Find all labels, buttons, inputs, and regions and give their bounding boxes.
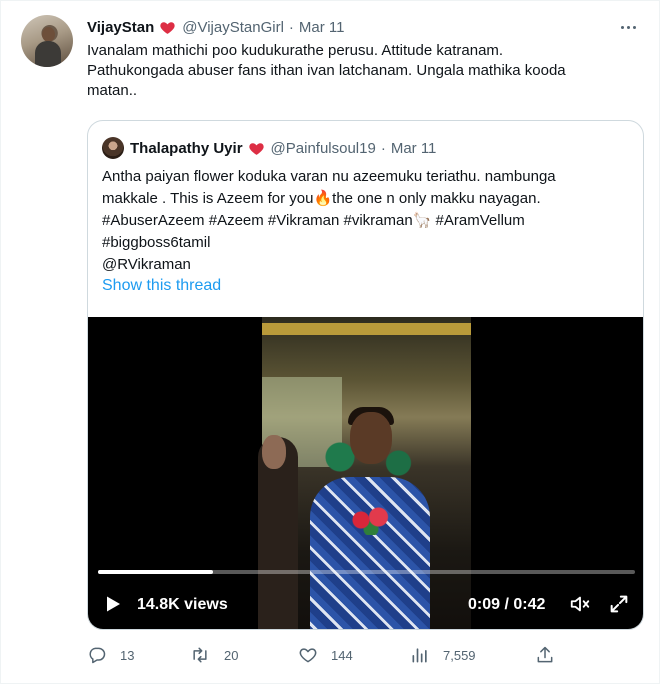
share-button[interactable] bbox=[535, 644, 568, 666]
quoted-text-line: #biggboss6tamil bbox=[102, 234, 211, 251]
tweet-date[interactable]: Mar 11 bbox=[299, 19, 345, 36]
author-name[interactable]: VijayStan bbox=[87, 19, 154, 36]
tweet[interactable]: VijayStan @VijayStanGirl · Mar 11 Ivanal… bbox=[0, 0, 660, 684]
quoted-text-line: #AbuserAzeem #Azeem #Vikraman #vikraman🦙… bbox=[102, 212, 525, 229]
avatar-body bbox=[35, 41, 61, 67]
video-time: 0:09 / 0:42 bbox=[468, 596, 546, 613]
tweet-actions: 13 20 144 7,559 bbox=[87, 644, 557, 666]
video-progress-fill bbox=[98, 570, 213, 574]
retweet-icon bbox=[193, 647, 207, 663]
heart-emoji-icon bbox=[160, 21, 175, 34]
reply-button[interactable]: 13 bbox=[87, 644, 134, 666]
video-progress-bar[interactable] bbox=[98, 570, 635, 574]
quoted-author-handle: @Painfulsoul19 bbox=[270, 139, 376, 157]
more-icon[interactable] bbox=[617, 17, 639, 37]
like-button[interactable]: 144 bbox=[298, 644, 353, 666]
reply-icon bbox=[89, 647, 106, 664]
quoted-author-avatar bbox=[102, 137, 124, 159]
video-frame-face bbox=[350, 412, 392, 464]
quoted-text-line: @RVikraman bbox=[102, 256, 191, 273]
tweet-text-line: matan.. bbox=[87, 82, 138, 99]
video-controls: 14.8K views 0:09 / 0:42 bbox=[88, 587, 643, 621]
like-icon bbox=[299, 648, 317, 663]
separator-dot: · bbox=[288, 18, 294, 36]
fullscreen-icon[interactable] bbox=[608, 593, 630, 615]
quoted-text-line: makkale . This is Azeem for you🔥the one … bbox=[102, 190, 541, 207]
video-views: 14.8K views bbox=[137, 596, 228, 613]
quoted-author-name: Thalapathy Uyir bbox=[130, 139, 243, 157]
video-frame-bystander-face bbox=[262, 435, 286, 469]
avatar-head bbox=[42, 27, 55, 42]
quoted-tweet-text: Antha paiyan flower koduka varan nu azee… bbox=[102, 166, 632, 276]
retweet-button[interactable]: 20 bbox=[189, 644, 238, 666]
show-thread-link[interactable]: Show this thread bbox=[102, 277, 221, 295]
heart-emoji-icon bbox=[248, 142, 264, 155]
like-count: 144 bbox=[331, 647, 353, 663]
share-icon bbox=[537, 646, 553, 663]
reply-count: 13 bbox=[120, 647, 135, 663]
views-count: 7,559 bbox=[443, 647, 476, 663]
separator-dot: · bbox=[380, 139, 386, 157]
video-frame-ceiling bbox=[262, 323, 471, 335]
tweet-text-line: Pathukongada abuser fans ithan ivan latc… bbox=[87, 62, 566, 79]
quoted-tweet-date: Mar 11 bbox=[390, 139, 437, 157]
tweet-text: Ivanalam mathichi poo kudukurathe perusu… bbox=[87, 41, 642, 101]
tweet-header: VijayStan @VijayStanGirl · Mar 11 bbox=[87, 17, 345, 37]
tweet-text-line: Ivanalam mathichi poo kudukurathe perusu… bbox=[87, 42, 504, 59]
quoted-tweet[interactable]: Thalapathy Uyir @Painfulsoul19 · Mar 11 … bbox=[87, 120, 644, 630]
author-handle[interactable]: @VijayStanGirl bbox=[182, 19, 284, 36]
quoted-tweet-header: Thalapathy Uyir @Painfulsoul19 · Mar 11 bbox=[102, 137, 436, 159]
views-icon bbox=[412, 648, 427, 663]
retweet-count: 20 bbox=[224, 647, 239, 663]
volume-icon[interactable] bbox=[569, 593, 591, 615]
author-avatar[interactable] bbox=[21, 15, 73, 67]
views-button[interactable]: 7,559 bbox=[410, 644, 476, 666]
play-icon[interactable] bbox=[104, 595, 122, 613]
video-frame bbox=[258, 317, 471, 629]
video-player[interactable]: 14.8K views 0:09 / 0:42 bbox=[88, 317, 643, 629]
quoted-text-line: Antha paiyan flower koduka varan nu azee… bbox=[102, 168, 556, 185]
video-frame-flowers bbox=[346, 505, 396, 535]
